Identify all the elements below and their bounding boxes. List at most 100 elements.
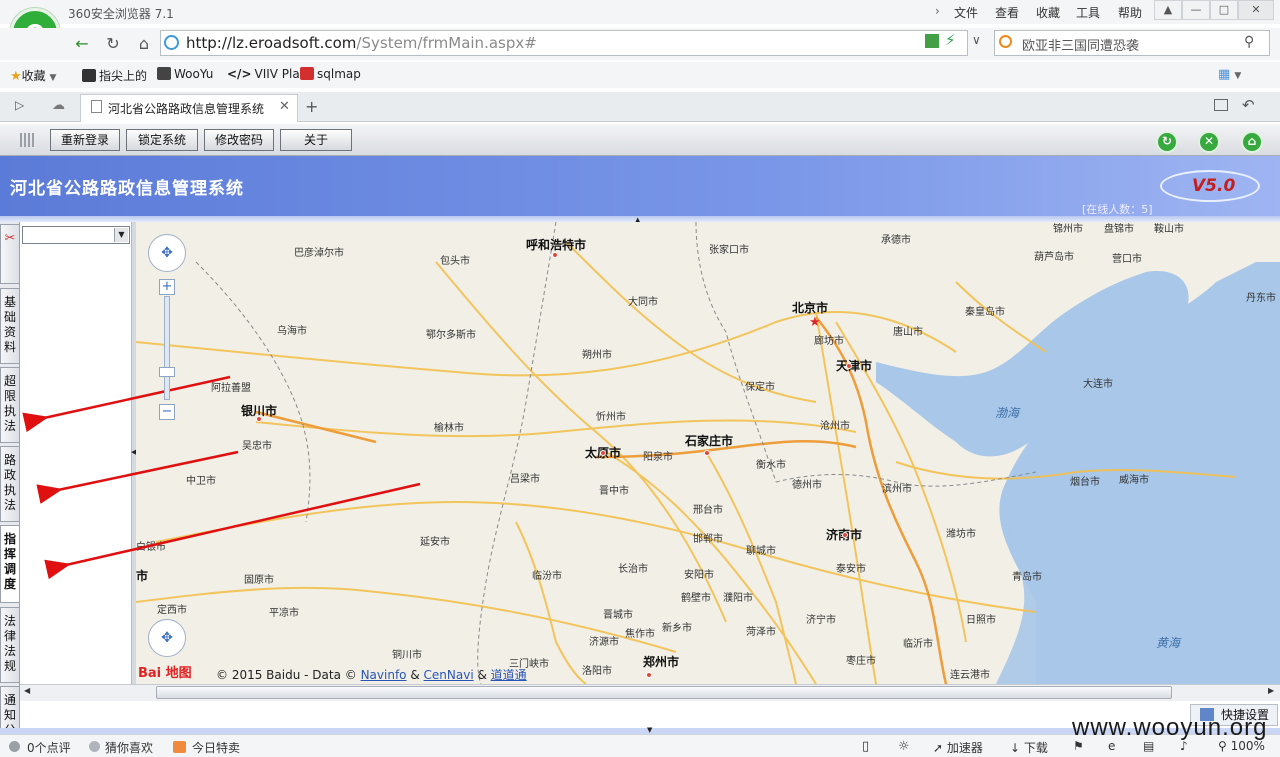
today-deals[interactable]: 今日特卖 bbox=[192, 739, 240, 756]
menu-file[interactable]: 文件 bbox=[954, 4, 978, 21]
chevron-down-icon: ▼ bbox=[49, 73, 57, 83]
map-view[interactable]: 渤海 黄海 呼和浩特市 北京市 天津市 太原市 石家庄市 济南市 郑州市 银川市… bbox=[136, 222, 1280, 684]
speed-mode-icon[interactable]: ⚡ bbox=[945, 31, 956, 49]
reviews-count[interactable]: 0个点评 bbox=[27, 739, 71, 756]
search-icon[interactable]: ⚲ bbox=[1244, 34, 1254, 50]
favicon-icon bbox=[157, 67, 171, 80]
lock-system-button[interactable]: 锁定系统 bbox=[126, 129, 198, 151]
tools-tab[interactable]: ✂ bbox=[0, 224, 20, 284]
city-label: 鞍山市 bbox=[1154, 224, 1184, 235]
search-engine-icon[interactable] bbox=[999, 35, 1012, 48]
zoom-out-button[interactable]: − bbox=[159, 404, 175, 420]
menu-expand-icon[interactable]: › bbox=[935, 4, 940, 18]
tree-select[interactable]: ▼ bbox=[22, 226, 130, 244]
collapse-footer-icon[interactable]: ▼ bbox=[647, 726, 652, 734]
tab-laws[interactable]: 法律法规 bbox=[0, 607, 20, 683]
maximize-button[interactable]: □ bbox=[1210, 0, 1238, 20]
apps-grid-icon[interactable]: ▦ ▼ bbox=[1218, 67, 1241, 82]
favorite-item[interactable]: 指尖上的 bbox=[82, 67, 147, 84]
scroll-right-icon[interactable]: ▶ bbox=[1268, 686, 1274, 695]
city-label: 平凉市 bbox=[269, 608, 299, 619]
city-label: 廊坊市 bbox=[814, 336, 844, 347]
accelerator-button[interactable]: ➚ 加速器 bbox=[933, 739, 983, 756]
city-label: 济源市 bbox=[589, 637, 619, 648]
menu-help[interactable]: 帮助 bbox=[1118, 4, 1142, 21]
navinfo-link[interactable]: Navinfo bbox=[361, 668, 407, 682]
guess-icon bbox=[89, 741, 100, 752]
tab-road-enforcement[interactable]: 路政执法 bbox=[0, 446, 20, 522]
close-button[interactable]: ✕ bbox=[1238, 0, 1274, 20]
favorites-menu[interactable]: ★收藏 ▼ bbox=[10, 67, 56, 84]
city-label: 天津市 bbox=[836, 359, 873, 373]
star-icon: ★ bbox=[10, 69, 22, 84]
tab-close-icon[interactable]: ✕ bbox=[279, 99, 290, 114]
change-password-button[interactable]: 修改密码 bbox=[204, 129, 274, 151]
city-label: 枣庄市 bbox=[846, 656, 876, 667]
address-dropdown-icon[interactable]: ∨ bbox=[972, 33, 981, 47]
city-label: 安阳市 bbox=[684, 570, 714, 581]
city-label: 葫芦岛市 bbox=[1034, 252, 1074, 263]
cloud-icon[interactable]: ☁ bbox=[52, 98, 65, 113]
about-button[interactable]: 关于 bbox=[280, 129, 352, 151]
undo-close-icon[interactable]: ↶ bbox=[1242, 96, 1255, 114]
city-label: 营口市 bbox=[1112, 254, 1142, 265]
city-label: 唐山市 bbox=[893, 327, 923, 338]
cennavi-link[interactable]: CenNavi bbox=[424, 668, 474, 682]
search-input[interactable]: 欧亚非三国同遭恐袭 bbox=[1022, 35, 1139, 54]
exit-app-icon[interactable]: ✕ bbox=[1198, 131, 1220, 153]
city-label: 晋中市 bbox=[599, 486, 629, 497]
tab-notices[interactable]: 通知公告 bbox=[0, 686, 20, 730]
baidu-logo: Bai 地图 bbox=[138, 666, 192, 681]
minimize-button[interactable]: — bbox=[1182, 0, 1210, 20]
skin-icon[interactable]: ▲ bbox=[1154, 0, 1182, 20]
menu-tools[interactable]: 工具 bbox=[1076, 4, 1100, 21]
city-label: 朔州市 bbox=[582, 350, 612, 361]
home-icon[interactable]: ⌂ bbox=[132, 33, 156, 55]
tab-overload-enforcement[interactable]: 超限执法 bbox=[0, 367, 20, 443]
download-button[interactable]: ↓ 下载 bbox=[1010, 739, 1048, 756]
tab-title: 河北省公路路政信息管理系统 bbox=[108, 102, 265, 116]
favorite-item[interactable]: sqlmap bbox=[300, 67, 361, 81]
city-label: 郑州市 bbox=[643, 655, 680, 669]
city-label: 巴彦淖尔市 bbox=[294, 248, 344, 259]
pan-control-bottom[interactable]: ✥ bbox=[148, 619, 186, 657]
menu-view[interactable]: 查看 bbox=[995, 4, 1019, 21]
guess-you-like[interactable]: 猜你喜欢 bbox=[105, 739, 153, 756]
relogin-button[interactable]: 重新登录 bbox=[50, 129, 120, 151]
zoom-handle[interactable] bbox=[159, 367, 175, 377]
scrollbar-thumb[interactable] bbox=[156, 686, 1172, 699]
home-app-icon[interactable]: ⌂ bbox=[1241, 131, 1263, 153]
pan-control[interactable]: ✥ bbox=[148, 234, 186, 272]
city-label: 中卫市 bbox=[186, 476, 216, 487]
tab-basic-data[interactable]: 基础资料 bbox=[0, 288, 20, 364]
tab-command-dispatch[interactable]: 指挥调度 bbox=[0, 525, 20, 603]
city-label: 固原市 bbox=[244, 575, 274, 586]
city-label: 榆林市 bbox=[434, 423, 464, 434]
city-label-partial: 市 bbox=[136, 569, 149, 583]
zoom-in-button[interactable]: + bbox=[159, 279, 175, 295]
favorite-item[interactable]: WooYu bbox=[157, 67, 213, 81]
download-icon: ↓ bbox=[1010, 741, 1021, 755]
sidebar-toggle-icon[interactable]: ▷ bbox=[15, 98, 24, 112]
url-text[interactable]: http://lz.eroadsoft.com/System/frmMain.a… bbox=[186, 34, 537, 52]
back-icon[interactable]: ← bbox=[70, 33, 94, 55]
city-label: 承德市 bbox=[881, 235, 911, 246]
window-list-icon[interactable] bbox=[1214, 99, 1228, 111]
scroll-left-icon[interactable]: ◀ bbox=[24, 686, 30, 695]
mobile-icon[interactable]: ▯ bbox=[862, 739, 869, 754]
qrcode-icon[interactable] bbox=[925, 34, 939, 48]
city-label: 焦作市 bbox=[625, 629, 655, 640]
version-label: V5.0 bbox=[1192, 176, 1236, 196]
refresh-icon[interactable]: ↻ bbox=[101, 33, 125, 55]
city-label: 洛阳市 bbox=[582, 666, 612, 677]
menu-favorites[interactable]: 收藏 bbox=[1036, 4, 1060, 21]
refresh-app-icon[interactable]: ↻ bbox=[1156, 131, 1178, 153]
favorite-item[interactable]: </> VIIV Pla bbox=[227, 67, 300, 81]
site-security-icon[interactable] bbox=[164, 35, 179, 50]
new-tab-button[interactable]: + bbox=[305, 97, 318, 116]
daodaotong-link[interactable]: 道道通 bbox=[491, 668, 527, 682]
browser-icon[interactable]: ☼ bbox=[898, 739, 910, 754]
city-label: 张家口市 bbox=[709, 245, 749, 256]
tree-panel bbox=[21, 222, 132, 684]
zoom-slider[interactable] bbox=[164, 296, 170, 400]
